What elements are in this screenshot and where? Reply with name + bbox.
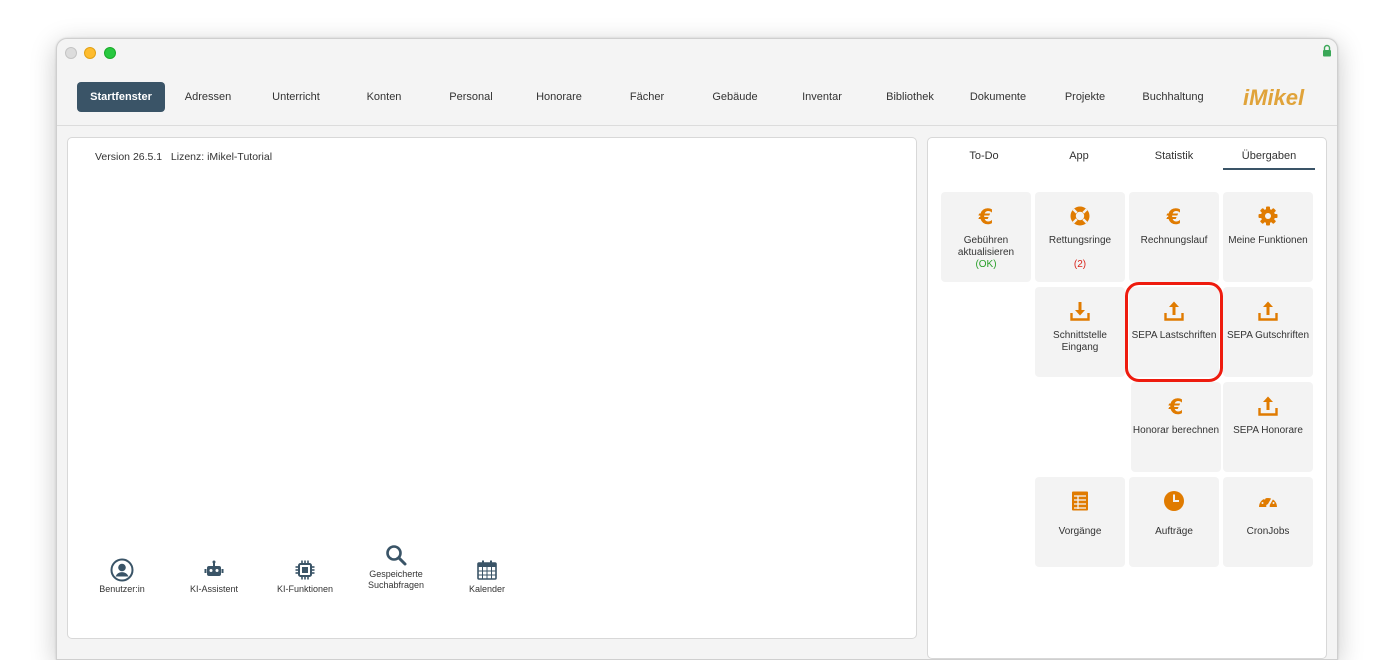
- tab-todo[interactable]: To-Do: [938, 150, 1030, 162]
- main-navigation: Startfenster Adressen Unterricht Konten …: [57, 67, 1337, 126]
- tab-uebergaben[interactable]: Übergaben: [1223, 150, 1315, 170]
- tile-sepa-honorare[interactable]: SEPA Honorare: [1223, 382, 1313, 472]
- imikel-logo: iMikel: [1243, 85, 1305, 110]
- tab-statistik[interactable]: Statistik: [1128, 150, 1220, 162]
- minimize-window-button[interactable]: [84, 47, 96, 59]
- tile-label: Schnittstelle Eingang: [1053, 330, 1107, 353]
- nav-unterricht[interactable]: Unterricht: [258, 82, 334, 112]
- svg-text:iMikel: iMikel: [1243, 85, 1305, 110]
- clock-icon: [1164, 491, 1184, 511]
- tile-label: Meine Funktionen: [1228, 235, 1308, 246]
- nav-inventar[interactable]: Inventar: [784, 82, 860, 112]
- tile-label: CronJobs: [1246, 526, 1290, 537]
- nav-personal[interactable]: Personal: [433, 82, 509, 112]
- user-icon: [110, 558, 134, 582]
- tile-label: SEPA Gutschriften: [1226, 330, 1310, 341]
- lifebuoy-icon: [1070, 206, 1090, 226]
- nav-adressen[interactable]: Adressen: [170, 82, 246, 112]
- tile-gebuehren-aktualisieren[interactable]: € Gebühren aktualisieren (OK): [941, 192, 1031, 282]
- title-bar: [57, 39, 1337, 67]
- tile-label: Aufträge: [1155, 526, 1193, 537]
- gear-icon: [1258, 206, 1278, 226]
- tile-vorgaenge[interactable]: Vorgänge: [1035, 477, 1125, 567]
- chip-icon: [295, 560, 315, 580]
- svg-text:€: €: [978, 205, 994, 227]
- calendar-icon: [477, 560, 497, 580]
- highlight-annotation: [1125, 282, 1223, 382]
- tile-cronjobs[interactable]: CronJobs: [1223, 477, 1313, 567]
- euro-icon: €: [978, 205, 994, 227]
- nav-startfenster[interactable]: Startfenster: [77, 82, 165, 112]
- tile-rechnungslauf[interactable]: € Rechnungslauf: [1129, 192, 1219, 282]
- tab-app[interactable]: App: [1033, 150, 1125, 162]
- tile-rettungsringe[interactable]: Rettungsringe (2): [1035, 192, 1125, 282]
- nav-gebaeude[interactable]: Gebäude: [697, 82, 773, 112]
- euro-icon: €: [1168, 395, 1184, 417]
- gauge-icon: [1259, 495, 1277, 508]
- tile-label: Rettungsringe: [1048, 235, 1112, 246]
- tile-schnittstelle-eingang[interactable]: Schnittstelle Eingang: [1035, 287, 1125, 377]
- tile-honorar-berechnen[interactable]: € Honorar berechnen: [1131, 382, 1221, 472]
- status-ok: (OK): [975, 259, 997, 270]
- search-icon: [386, 545, 407, 566]
- nav-projekte[interactable]: Projekte: [1047, 82, 1123, 112]
- ki-functions-label: KI-Funktionen: [276, 584, 334, 594]
- tile-label: Honorar berechnen: [1132, 425, 1220, 436]
- version-info: Version 26.5.1 Lizenz: iMikel-Tutorial: [95, 151, 272, 163]
- ki-functions-button[interactable]: KI-Funktionen: [259, 558, 351, 595]
- lock-icon: [1323, 44, 1331, 57]
- ki-assistant-label: KI-Assistent: [189, 584, 238, 594]
- table-icon: [1072, 491, 1088, 511]
- zoom-window-button[interactable]: [104, 47, 116, 59]
- nav-honorare[interactable]: Honorare: [521, 82, 597, 112]
- tile-meine-funktionen[interactable]: Meine Funktionen: [1223, 192, 1313, 282]
- close-window-button[interactable]: [65, 47, 77, 59]
- nav-dokumente[interactable]: Dokumente: [960, 82, 1036, 112]
- status-count: (2): [1073, 259, 1087, 270]
- tile-sepa-gutschriften[interactable]: SEPA Gutschriften: [1223, 287, 1313, 377]
- tile-label: Gebühren aktualisieren (OK): [941, 235, 1031, 271]
- nav-faecher[interactable]: Fächer: [609, 82, 685, 112]
- saved-searches-button[interactable]: Gespeicherte Suchabfragen: [350, 543, 442, 591]
- upload-icon: [1258, 396, 1278, 416]
- version-text: Version 26.5.1: [95, 151, 163, 163]
- tile-label: SEPA Honorare: [1233, 425, 1303, 436]
- calendar-label: Kalender: [468, 584, 506, 594]
- saved-searches-label: Gespeicherte Suchabfragen: [367, 569, 425, 590]
- calendar-button[interactable]: Kalender: [441, 558, 533, 595]
- start-panel: Version 26.5.1 Lizenz: iMikel-Tutorial B…: [67, 137, 917, 639]
- tile-auftraege[interactable]: Aufträge: [1129, 477, 1219, 567]
- user-label: Benutzer:in: [99, 584, 145, 594]
- svg-text:€: €: [1168, 395, 1184, 417]
- robot-icon: [204, 560, 224, 576]
- upload-icon: [1258, 301, 1278, 321]
- tile-label: Vorgänge: [1058, 526, 1102, 537]
- nav-konten[interactable]: Konten: [346, 82, 422, 112]
- nav-bibliothek[interactable]: Bibliothek: [872, 82, 948, 112]
- euro-icon: €: [1166, 205, 1182, 227]
- download-icon: [1070, 302, 1090, 321]
- license-text: Lizenz: iMikel-Tutorial: [170, 151, 273, 163]
- svg-text:€: €: [1166, 205, 1182, 227]
- ki-assistant-button[interactable]: KI-Assistent: [168, 558, 260, 595]
- tile-label: Rechnungslauf: [1140, 235, 1208, 246]
- user-button[interactable]: Benutzer:in: [76, 558, 168, 595]
- nav-buchhaltung[interactable]: Buchhaltung: [1135, 82, 1211, 112]
